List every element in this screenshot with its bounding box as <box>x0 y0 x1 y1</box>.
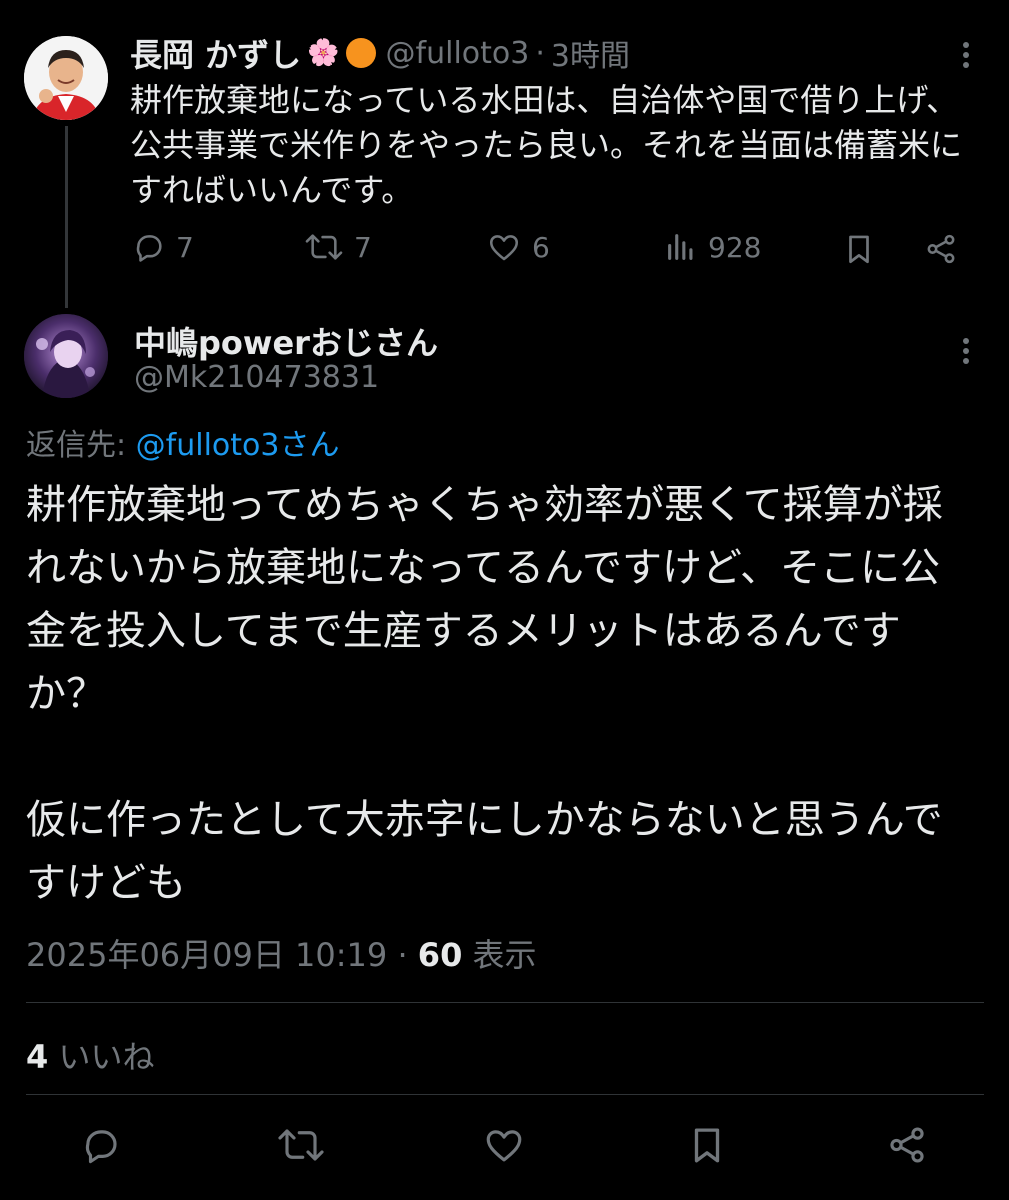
likes-summary[interactable]: 4 いいね <box>26 1032 154 1078</box>
likes-count: 4 <box>26 1038 49 1076</box>
bookmark-icon <box>694 1128 720 1163</box>
thread-line <box>65 126 68 308</box>
reply-button[interactable] <box>80 1124 122 1166</box>
view-count: 60 <box>417 936 463 974</box>
parent-retweet-count: 7 <box>354 230 372 264</box>
view-label: 表示 <box>472 936 537 974</box>
parent-retweet-button[interactable]: 7 <box>304 230 372 264</box>
divider-bottom <box>26 1094 984 1095</box>
bookmark-icon <box>849 235 869 264</box>
bookmark-button[interactable] <box>686 1124 728 1166</box>
reply-to-line: 返信先: @fulloto3さん <box>26 420 339 464</box>
avatar-fulloto3[interactable] <box>24 36 108 120</box>
retweet-icon <box>278 1129 324 1161</box>
reply-to-label: 返信先: <box>26 428 127 463</box>
parent-like-button[interactable]: 6 <box>486 230 550 264</box>
share-icon <box>890 1127 924 1163</box>
more-dots-icon <box>963 338 969 364</box>
parent-reply-button[interactable]: 7 <box>132 230 194 264</box>
reply-author-name[interactable]: 中嶋powerおじさん <box>134 318 438 364</box>
meta-separator: · <box>397 936 408 974</box>
retweet-icon <box>305 234 343 260</box>
parent-header: 長岡 かずし 🌸 @fulloto3 · 3時間 <box>130 30 630 76</box>
header-separator: · <box>535 35 545 71</box>
reply-to-handle-link[interactable]: @fulloto3さん <box>136 428 340 463</box>
parent-share-button[interactable] <box>924 232 958 266</box>
parent-reply-count: 7 <box>176 230 194 264</box>
heart-icon <box>489 235 519 261</box>
tweet-meta: 2025年06月09日 10:19 · 60 表示 <box>26 930 537 976</box>
parent-tweet-text: 耕作放棄地になっている水田は、自治体や国で借り上げ、公共事業で米作りをやったら良… <box>130 81 963 209</box>
reply-icon <box>136 235 162 262</box>
reply-icon <box>85 1130 117 1164</box>
parent-timestamp[interactable]: 3時間 <box>551 31 630 75</box>
parent-like-count: 6 <box>532 230 550 264</box>
reply-more-button[interactable] <box>958 336 974 366</box>
parent-author-handle[interactable]: @fulloto3 <box>386 36 530 71</box>
reply-tweet-text: 耕作放棄地ってめちゃくちゃ効率が悪くて採算が採れないから放棄地になってるんですけ… <box>26 474 976 915</box>
heart-icon <box>486 1130 522 1162</box>
likes-label: いいね <box>58 1038 155 1076</box>
share-button[interactable] <box>886 1124 928 1166</box>
orange-circle-icon <box>345 38 376 68</box>
more-dots-icon <box>963 42 969 68</box>
tweet-datetime[interactable]: 2025年06月09日 10:19 <box>26 936 387 974</box>
reply-author-handle[interactable]: @Mk210473831 <box>134 360 379 395</box>
avatar-mk210473831[interactable] <box>24 314 108 398</box>
divider-top <box>26 1002 984 1003</box>
share-icon <box>927 234 955 264</box>
parent-more-button[interactable] <box>958 40 974 70</box>
parent-views-button[interactable]: 928 <box>664 230 761 264</box>
like-button[interactable] <box>482 1124 526 1166</box>
parent-author-name[interactable]: 長岡 かずし <box>130 30 301 76</box>
views-icon <box>668 234 693 260</box>
reply-paragraph-1: 耕作放棄地ってめちゃくちゃ効率が悪くて採算が採れないから放棄地になってるんですけ… <box>26 482 943 717</box>
reply-paragraph-2: 仮に作ったとして大赤字にしかならないと思うんですけども <box>26 797 943 906</box>
sakura-emoji-icon: 🌸 <box>307 38 340 68</box>
retweet-button[interactable] <box>276 1124 326 1166</box>
parent-views-count: 928 <box>708 230 762 264</box>
parent-bookmark-button[interactable] <box>842 232 876 266</box>
